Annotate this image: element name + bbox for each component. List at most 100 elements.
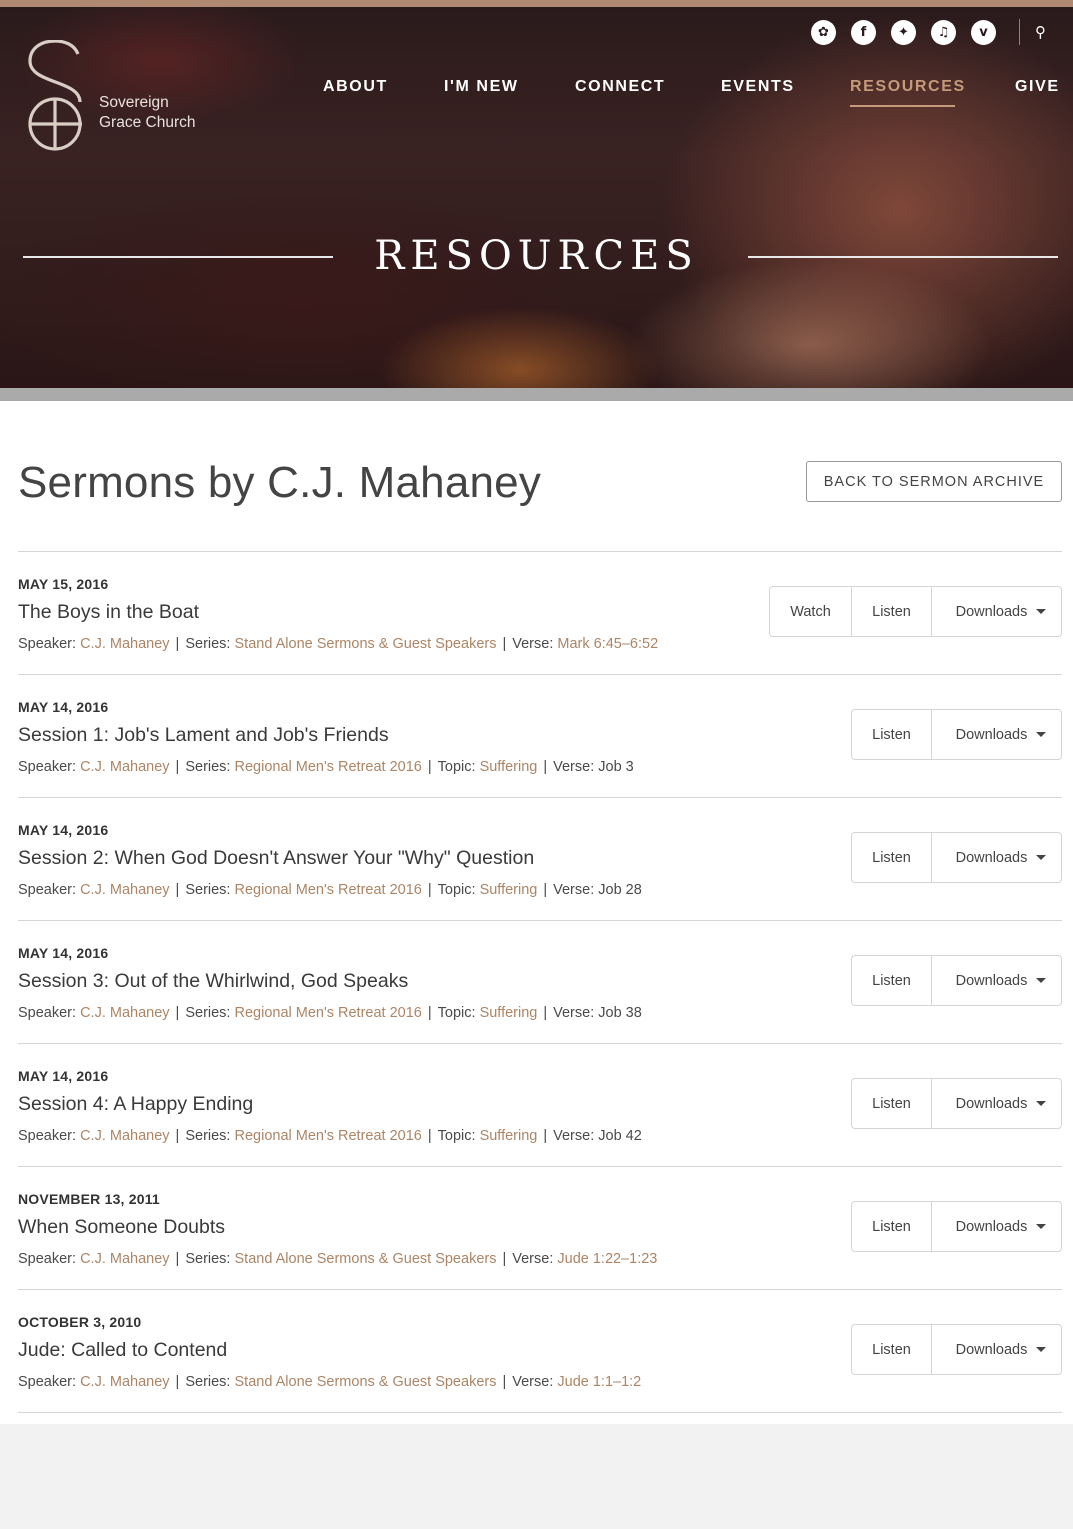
twitter-icon[interactable]: ✦ <box>891 19 916 45</box>
sermon-date: MAY 15, 2016 <box>18 576 109 592</box>
speaker-link[interactable]: C.J. Mahaney <box>80 1005 169 1021</box>
speaker-label: Speaker: <box>18 759 77 775</box>
facebook-icon[interactable]: f <box>851 19 876 45</box>
nav-connect[interactable]: CONNECT <box>575 78 665 96</box>
speaker-link[interactable]: C.J. Mahaney <box>80 882 169 898</box>
logo-text: Sovereign Grace Church <box>99 93 195 132</box>
nav-about[interactable]: ABOUT <box>323 78 388 96</box>
sermon-actions: Listen Downloads <box>851 1078 1062 1129</box>
hero-banner: Sovereign Grace Church ✿ f ✦ ♫ v ⚲ ABOUT… <box>0 0 1073 388</box>
speaker-link[interactable]: C.J. Mahaney <box>80 759 169 775</box>
sermon-date: MAY 14, 2016 <box>18 1068 109 1084</box>
listen-button[interactable]: Listen <box>852 1079 932 1128</box>
speaker-label: Speaker: <box>18 882 77 898</box>
topic-link[interactable]: Suffering <box>480 1005 538 1021</box>
sermon-meta: Speaker: C.J. Mahaney | Series: Stand Alon… <box>18 1374 641 1390</box>
nav-events[interactable]: EVENTS <box>721 78 795 96</box>
music-icon[interactable]: ♫ <box>931 19 956 45</box>
verse-value: Job 42 <box>598 1128 642 1144</box>
topic-label: Topic: <box>437 759 476 775</box>
downloads-dropdown[interactable]: Downloads <box>932 833 1061 882</box>
verse-value: Job 28 <box>598 882 642 898</box>
series-link[interactable]: Regional Men's Retreat 2016 <box>235 882 422 898</box>
meta-separator: | <box>502 1374 507 1390</box>
topic-label: Topic: <box>437 882 476 898</box>
downloads-dropdown[interactable]: Downloads <box>932 587 1061 636</box>
series-link[interactable]: Stand Alone Sermons & Guest Speakers <box>235 1251 497 1267</box>
nav-give[interactable]: GIVE <box>1015 78 1060 96</box>
sermon-item: MAY 14, 2016 Session 2: When God Doesn't … <box>18 798 1062 921</box>
sermon-meta: Speaker: C.J. Mahaney | Series: Regional M… <box>18 1005 642 1021</box>
verse-label: Verse: <box>512 1251 554 1267</box>
verse-link[interactable]: Jude 1:22–1:23 <box>557 1251 657 1267</box>
downloads-label: Downloads <box>955 603 1028 620</box>
sermon-item: OCTOBER 3, 2010 Jude: Called to Contend Sp… <box>18 1290 1062 1413</box>
series-link[interactable]: Regional Men's Retreat 2016 <box>235 1005 422 1021</box>
sermon-item: MAY 14, 2016 Session 3: Out of the Whirlw… <box>18 921 1062 1044</box>
sermon-item: MAY 14, 2016 Session 4: A Happy Ending Spe… <box>18 1044 1062 1167</box>
meta-separator: | <box>502 1251 507 1267</box>
page-title: Sermons by C.J. Mahaney <box>18 458 542 507</box>
speaker-link[interactable]: C.J. Mahaney <box>80 1251 169 1267</box>
sermon-title[interactable]: Session 4: A Happy Ending <box>18 1093 253 1116</box>
series-link[interactable]: Stand Alone Sermons & Guest Speakers <box>235 636 497 652</box>
verse-label: Verse: <box>512 1374 554 1390</box>
meta-separator: | <box>175 1128 180 1144</box>
sermon-title[interactable]: Session 1: Job's Lament and Job's Friend… <box>18 724 389 747</box>
sermon-item: NOVEMBER 13, 2011 When Someone Doubts Spea… <box>18 1167 1062 1290</box>
series-label: Series: <box>185 759 231 775</box>
nav-im-new[interactable]: I'M NEW <box>444 78 519 96</box>
sermon-date: MAY 14, 2016 <box>18 822 109 838</box>
speaker-link[interactable]: C.J. Mahaney <box>80 1128 169 1144</box>
back-to-archive-button[interactable]: BACK TO SERMON ARCHIVE <box>806 461 1062 502</box>
verse-link[interactable]: Jude 1:1–1:2 <box>557 1374 641 1390</box>
sermon-item: MAY 15, 2016 The Boys in the Boat Speaker:… <box>18 552 1062 675</box>
downloads-label: Downloads <box>955 972 1028 989</box>
hero-bottom-band <box>0 388 1073 401</box>
nav-resources[interactable]: RESOURCES <box>850 78 966 96</box>
series-link[interactable]: Stand Alone Sermons & Guest Speakers <box>235 1374 497 1390</box>
topic-link[interactable]: Suffering <box>480 759 538 775</box>
listen-button[interactable]: Listen <box>852 956 932 1005</box>
sermon-title[interactable]: Jude: Called to Contend <box>18 1339 227 1362</box>
downloads-dropdown[interactable]: Downloads <box>932 710 1061 759</box>
speaker-link[interactable]: C.J. Mahaney <box>80 1374 169 1390</box>
listen-button[interactable]: Listen <box>852 1325 932 1374</box>
verse-link[interactable]: Mark 6:45–6:52 <box>557 636 658 652</box>
sermon-meta: Speaker: C.J. Mahaney | Series: Regional M… <box>18 1128 642 1144</box>
sermon-date: OCTOBER 3, 2010 <box>18 1314 142 1330</box>
sermon-meta: Speaker: C.J. Mahaney | Series: Regional M… <box>18 759 634 775</box>
listen-button[interactable]: Listen <box>852 587 932 636</box>
sermon-title[interactable]: When Someone Doubts <box>18 1216 225 1239</box>
series-label: Series: <box>185 1374 231 1390</box>
sermon-date: NOVEMBER 13, 2011 <box>18 1191 160 1207</box>
listen-button[interactable]: Listen <box>852 1202 932 1251</box>
meta-separator: | <box>175 1005 180 1021</box>
meta-separator: | <box>502 636 507 652</box>
listen-button[interactable]: Listen <box>852 833 932 882</box>
series-link[interactable]: Regional Men's Retreat 2016 <box>235 759 422 775</box>
sgc-network-icon[interactable]: ✿ <box>811 19 836 45</box>
watch-button[interactable]: Watch <box>770 587 852 636</box>
topic-link[interactable]: Suffering <box>480 882 538 898</box>
sermon-actions: Listen Downloads <box>851 709 1062 760</box>
sermon-date: MAY 14, 2016 <box>18 699 109 715</box>
downloads-dropdown[interactable]: Downloads <box>932 956 1061 1005</box>
meta-separator: | <box>175 882 180 898</box>
vimeo-icon[interactable]: v <box>971 19 996 45</box>
meta-separator: | <box>427 882 432 898</box>
topic-link[interactable]: Suffering <box>480 1128 538 1144</box>
series-link[interactable]: Regional Men's Retreat 2016 <box>235 1128 422 1144</box>
meta-separator: | <box>427 1128 432 1144</box>
downloads-dropdown[interactable]: Downloads <box>932 1202 1061 1251</box>
caret-down-icon <box>1036 732 1046 737</box>
search-icon[interactable]: ⚲ <box>1035 23 1046 41</box>
sermon-title[interactable]: Session 2: When God Doesn't Answer Your … <box>18 847 534 870</box>
sermon-title[interactable]: The Boys in the Boat <box>18 601 199 624</box>
listen-button[interactable]: Listen <box>852 710 932 759</box>
sermon-title[interactable]: Session 3: Out of the Whirlwind, God Spe… <box>18 970 408 993</box>
speaker-link[interactable]: C.J. Mahaney <box>80 636 169 652</box>
sermon-actions: Watch Listen Downloads <box>769 586 1062 637</box>
downloads-dropdown[interactable]: Downloads <box>932 1079 1061 1128</box>
downloads-dropdown[interactable]: Downloads <box>932 1325 1061 1374</box>
